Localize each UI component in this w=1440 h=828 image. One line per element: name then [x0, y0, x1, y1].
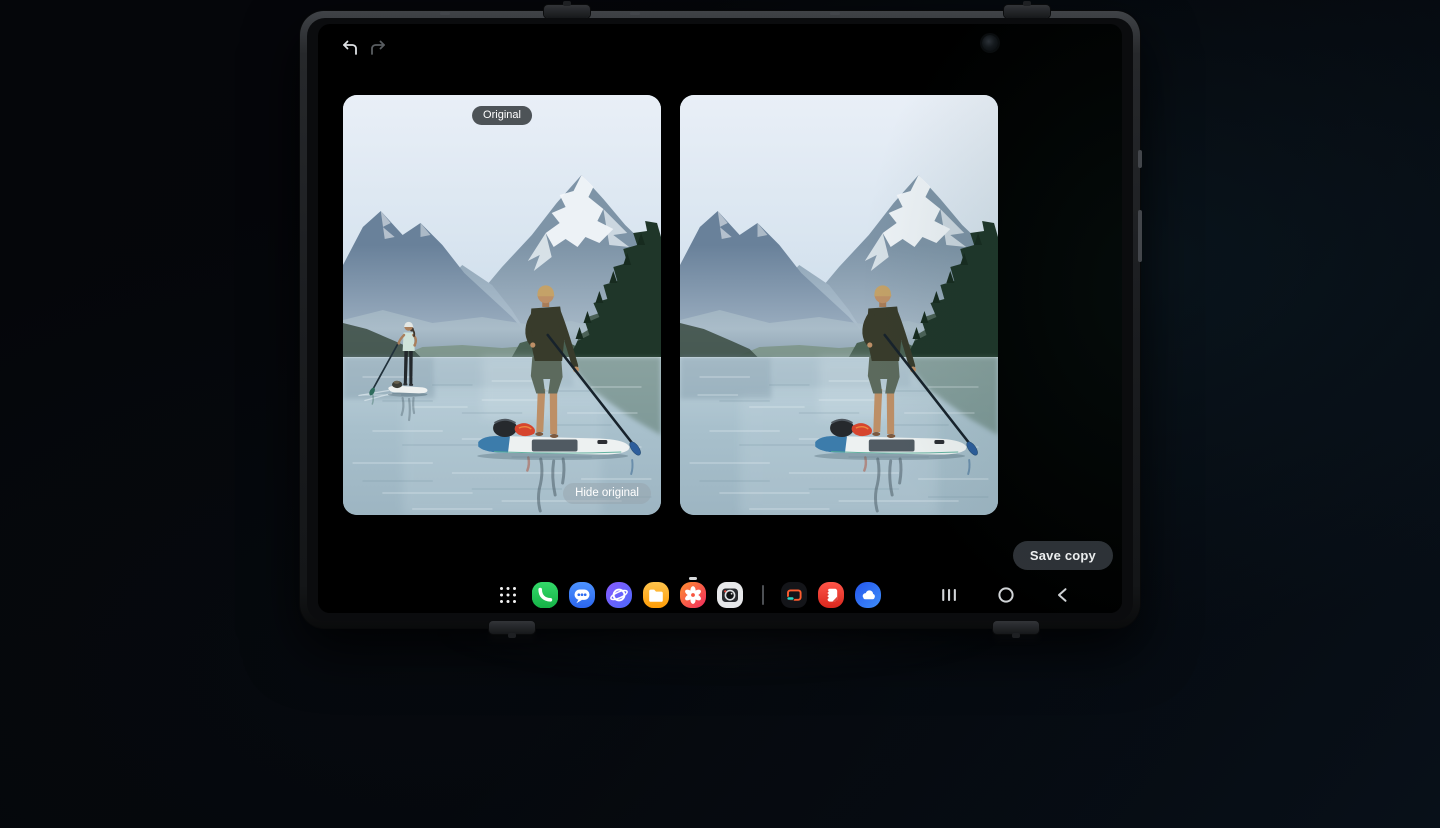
taskbar	[318, 576, 1122, 613]
screen-cast-icon	[781, 582, 807, 608]
planet-icon	[606, 582, 632, 608]
taskbar-app-gallery[interactable]	[680, 582, 706, 608]
hinge-knob	[993, 621, 1039, 634]
taskbar-app-camera[interactable]	[717, 582, 743, 608]
hinge-knob	[489, 621, 535, 634]
taskbar-app-my-files[interactable]	[643, 582, 669, 608]
lake-scene-edited	[680, 95, 998, 515]
save-copy-button[interactable]: Save copy	[1013, 541, 1113, 570]
antenna-line	[830, 12, 840, 15]
antenna-line	[630, 12, 640, 15]
redo-icon	[368, 37, 390, 59]
foldable-device-frame: Original Hide original Save copy	[300, 11, 1140, 628]
folder-icon	[643, 582, 669, 608]
cloud-icon	[855, 582, 881, 608]
recent-app-cloud[interactable]	[855, 582, 881, 608]
chat-bubble-icon	[569, 582, 595, 608]
photo-edited	[680, 95, 998, 515]
nav-home-button[interactable]	[997, 586, 1015, 604]
taskbar-divider	[762, 585, 764, 605]
volume-button	[1138, 210, 1142, 262]
app-drawer-button[interactable]	[495, 582, 521, 608]
back-chevron-icon	[1054, 586, 1072, 604]
antenna-line	[440, 12, 450, 15]
nav-bar	[940, 576, 1072, 613]
recent-app-notes[interactable]	[818, 582, 844, 608]
recent-app-cast[interactable]	[781, 582, 807, 608]
taskbar-app-messages[interactable]	[569, 582, 595, 608]
screen: Original Hide original Save copy	[318, 24, 1122, 613]
taskbar-app-internet[interactable]	[606, 582, 632, 608]
app-grid-icon	[495, 582, 521, 608]
undo-icon	[338, 37, 360, 59]
photo-original: Original Hide original	[343, 95, 661, 515]
flower-icon	[680, 582, 706, 608]
hinge-knob	[544, 5, 590, 18]
nav-recents-button[interactable]	[940, 586, 958, 604]
taskbar-app-phone[interactable]	[532, 582, 558, 608]
hide-original-button[interactable]: Hide original	[563, 483, 651, 505]
lake-scene-original	[343, 95, 661, 515]
redo-button[interactable]	[368, 37, 390, 59]
home-circle-icon	[997, 586, 1015, 604]
camera-punch-hole	[982, 35, 998, 51]
recents-bars-icon	[940, 586, 958, 604]
notebook-icon	[818, 582, 844, 608]
power-button	[1138, 150, 1142, 168]
taskbar-apps	[495, 582, 881, 608]
nav-back-button[interactable]	[1054, 586, 1072, 604]
original-badge: Original	[472, 106, 532, 125]
undo-button[interactable]	[338, 37, 360, 59]
phone-icon	[532, 582, 558, 608]
hinge-knob	[1004, 5, 1050, 18]
camera-icon	[717, 582, 743, 608]
